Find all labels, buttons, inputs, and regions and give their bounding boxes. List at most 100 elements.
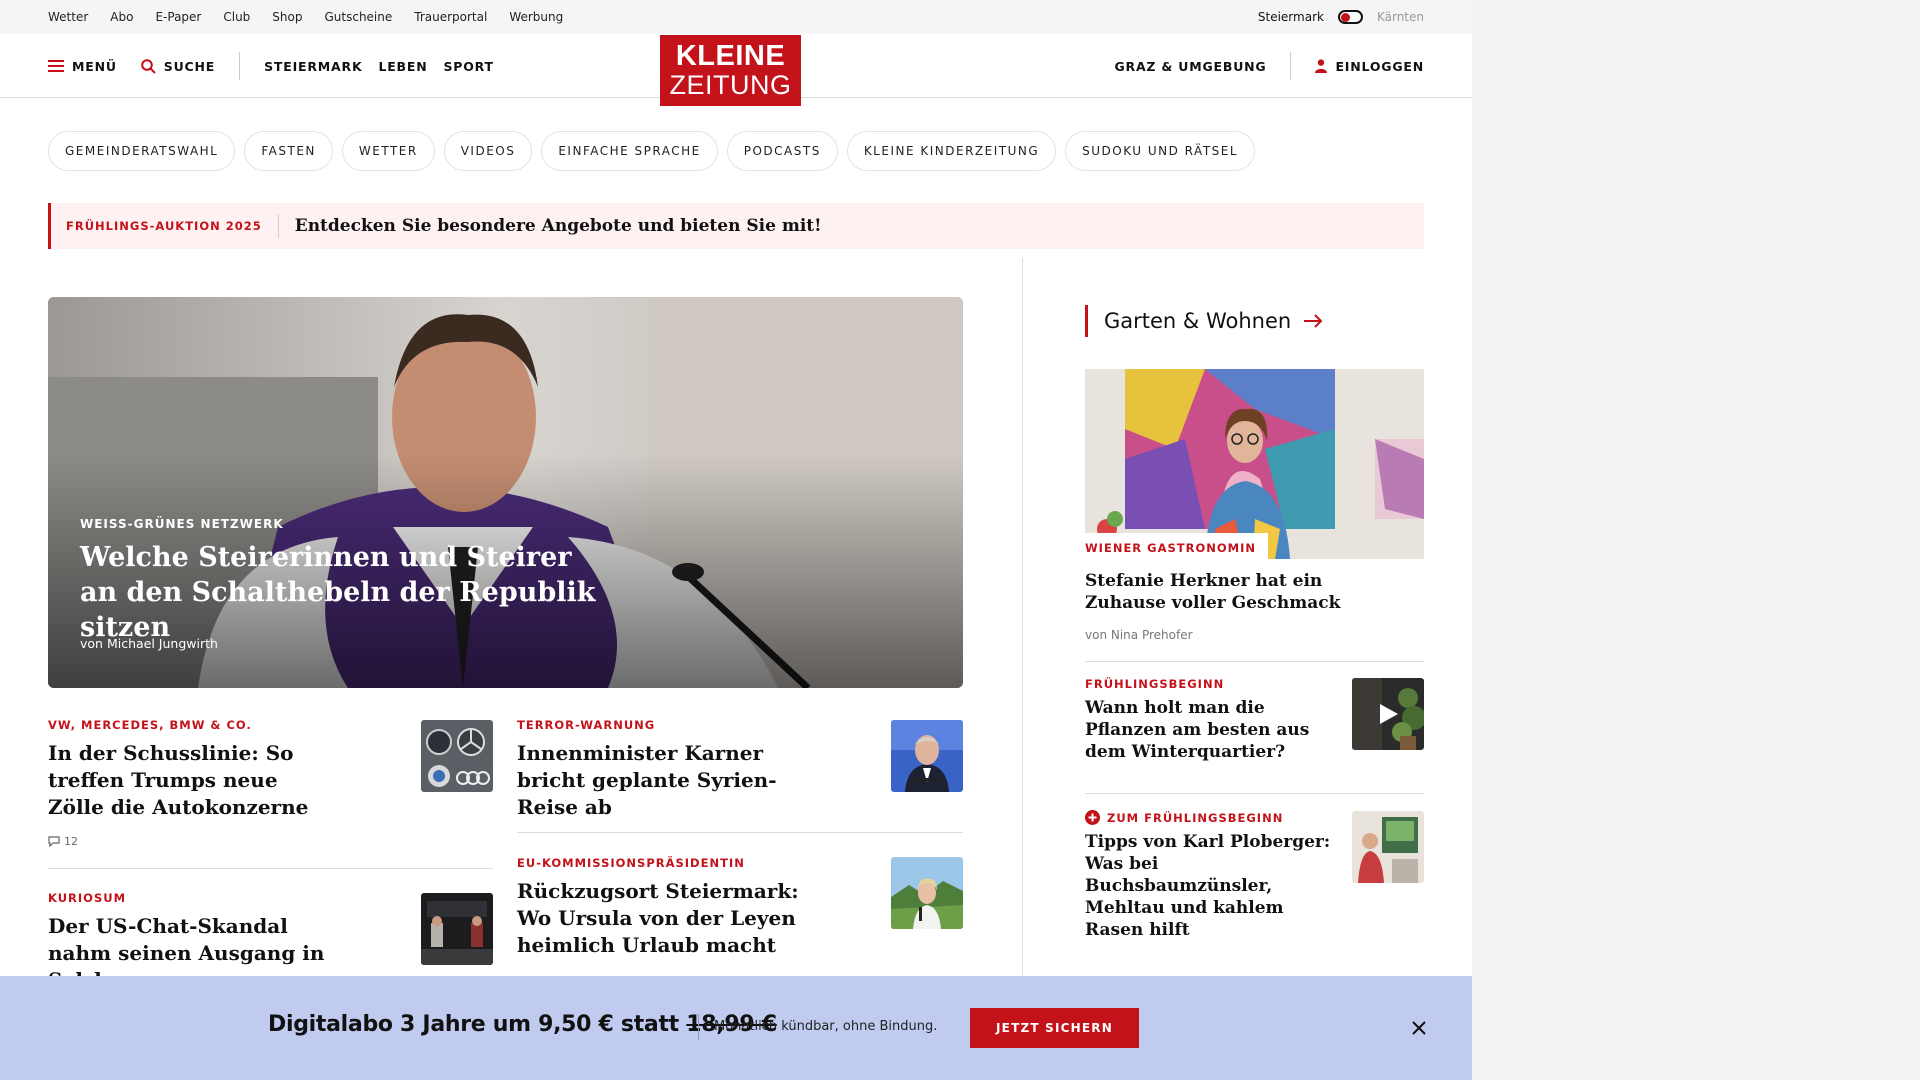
sidebar-thumb-plants-video[interactable] [1352, 678, 1424, 750]
sidebar-title[interactable]: Wann holt man die Pflanzen am besten aus… [1085, 697, 1315, 763]
hero-article[interactable]: WEISS-GRÜNES NETZWERK Welche Steirerinne… [48, 297, 963, 688]
region-switch: Steiermark Kärnten [1258, 0, 1424, 34]
pill-podcasts[interactable]: PODCASTS [726, 131, 838, 171]
offer-headline: Digitalabo 3 Jahre um 9,50 € statt 18,99… [268, 1012, 777, 1037]
utility-link-epaper[interactable]: E-Paper [155, 10, 201, 24]
article-title[interactable]: In der Schusslinie: So treffen Trumps ne… [48, 740, 318, 821]
menu-label: MENÜ [72, 58, 117, 74]
sidebar-thumb-ploberger[interactable] [1352, 811, 1424, 883]
toggle-knob [1340, 13, 1350, 22]
region-label-steiermark[interactable]: Steiermark [1258, 10, 1324, 24]
sidebar-divider [1085, 661, 1424, 662]
topic-pills: GEMEINDERATSWAHL FASTEN WETTER VIDEOS EI… [48, 131, 1256, 171]
sidebar-kicker: ZUM FRÜHLINGSBEGINN [1107, 810, 1284, 825]
article-title[interactable]: Rückzugsort Steiermark: Wo Ursula von de… [517, 878, 807, 959]
utility-link-club[interactable]: Club [223, 10, 250, 24]
logo-line-1: KLEINE [675, 40, 786, 72]
article-kicker: KURIOSUM [48, 891, 127, 905]
sidebar-teaser-winterquartier[interactable]: FRÜHLINGSBEGINN Wann holt man die Pflanz… [1085, 677, 1315, 763]
auction-promo-banner[interactable]: FRÜHLINGS-AUKTION 2025 Entdecken Sie bes… [48, 203, 1424, 249]
utility-link-gutscheine[interactable]: Gutscheine [324, 10, 392, 24]
article-teaser-von-der-leyen[interactable]: EU-KOMMISSIONSPRÄSIDENTIN Rückzugsort St… [517, 856, 807, 959]
pill-sudoku[interactable]: SUDOKU UND RÄTSEL [1065, 131, 1256, 171]
hero-kicker: WEISS-GRÜNES NETZWERK [80, 517, 284, 531]
sidebar-kicker: FRÜHLINGSBEGINN [1085, 677, 1225, 691]
pill-wetter[interactable]: WETTER [341, 131, 435, 171]
login-button[interactable]: EINLOGGEN [1315, 59, 1424, 74]
page: Wetter Abo E-Paper Club Shop Gutscheine … [0, 0, 1472, 1080]
user-icon [1315, 59, 1328, 73]
pill-kinderzeitung[interactable]: KLEINE KINDERZEITUNG [846, 131, 1057, 171]
section-header-garten-wohnen[interactable]: Garten & Wohnen [1085, 305, 1323, 337]
feature-teaser-herkner[interactable]: Stefanie Herkner hat ein Zuhause voller … [1085, 570, 1355, 614]
offer-divider [698, 1014, 699, 1040]
utility-link-trauerportal[interactable]: Trauerportal [414, 10, 487, 24]
pill-videos[interactable]: VIDEOS [443, 131, 533, 171]
plus-circle-icon [1085, 810, 1100, 825]
teaser-divider [517, 832, 963, 833]
pill-gemeinderatswahl[interactable]: GEMEINDERATSWAHL [48, 131, 236, 171]
ploberger-image [1352, 811, 1424, 883]
sidebar-divider [1085, 793, 1424, 794]
nav-leben[interactable]: LEBEN [378, 59, 427, 74]
sidebar-teaser-ploberger[interactable]: ZUM FRÜHLINGSBEGINN Tipps von Karl Plobe… [1085, 810, 1335, 941]
car-logos-image [421, 720, 493, 792]
search-label: SUCHE [163, 58, 216, 74]
pill-einfache-sprache[interactable]: EINFACHE SPRACHE [541, 131, 718, 171]
comment-count[interactable]: 12 [48, 835, 78, 848]
plants-video-image [1352, 678, 1424, 750]
menu-icon [48, 60, 64, 72]
close-icon[interactable] [1407, 1016, 1431, 1040]
region-link-graz[interactable]: GRAZ & UMGEBUNG [1114, 59, 1266, 74]
offer-note: Monatlich kündbar, ohne Bindung. [714, 1019, 938, 1034]
hero-title[interactable]: Welche Steirerinnen und Steirer an den S… [80, 540, 600, 645]
region-toggle[interactable] [1337, 10, 1363, 24]
section-title: Garten & Wohnen [1104, 309, 1292, 333]
pill-fasten[interactable]: FASTEN [244, 131, 333, 171]
utility-link-shop[interactable]: Shop [272, 10, 302, 24]
feature-title[interactable]: Stefanie Herkner hat ein Zuhause voller … [1085, 570, 1355, 614]
logo-line-2: ZEITUNG [669, 70, 792, 100]
header-left-nav: MENÜ SUCHE STEIERMARK LEBEN SPORT [48, 34, 494, 98]
offer-text: Digitalabo 3 Jahre um 9,50 € statt [268, 1012, 687, 1037]
utility-link-abo[interactable]: Abo [110, 10, 133, 24]
header-divider [239, 52, 241, 80]
article-kicker: TERROR-WARNUNG [517, 718, 656, 732]
utility-bar: Wetter Abo E-Paper Club Shop Gutscheine … [0, 0, 1472, 34]
sidebar-title[interactable]: Tipps von Karl Ploberger: Was bei Buchsb… [1085, 831, 1335, 941]
colorful-painting-image [1085, 369, 1424, 559]
article-thumb-von-der-leyen[interactable] [891, 857, 963, 929]
nav-sport[interactable]: SPORT [443, 59, 493, 74]
article-thumb-karner[interactable] [891, 720, 963, 792]
article-thumb-car-logos[interactable] [421, 720, 493, 792]
teaser-divider [48, 868, 493, 869]
search-button[interactable]: SUCHE [140, 58, 216, 74]
article-teaser-zoelle[interactable]: VW, MERCEDES, BMW & CO. In der Schusslin… [48, 718, 318, 821]
article-thumb-stage[interactable] [421, 893, 493, 965]
article-kicker: EU-KOMMISSIONSPRÄSIDENTIN [517, 856, 745, 870]
promo-text: Entdecken Sie besondere Angebote und bie… [294, 216, 822, 236]
feature-image-herkner[interactable]: WIENER GASTRONOMIN [1085, 369, 1424, 559]
article-kicker: VW, MERCEDES, BMW & CO. [48, 718, 252, 732]
promo-tag: FRÜHLINGS-AUKTION 2025 [51, 214, 279, 238]
offer-cta-button[interactable]: JETZT SICHERN [970, 1008, 1139, 1048]
utility-link-werbung[interactable]: Werbung [509, 10, 563, 24]
header-right-nav: GRAZ & UMGEBUNG EINLOGGEN [1114, 34, 1424, 98]
feature-author: von Nina Prehofer [1085, 628, 1193, 642]
utility-links: Wetter Abo E-Paper Club Shop Gutscheine … [48, 0, 563, 34]
article-teaser-karner[interactable]: TERROR-WARNUNG Innenminister Karner bric… [517, 718, 817, 821]
menu-button[interactable]: MENÜ [48, 59, 117, 74]
login-label: EINLOGGEN [1335, 58, 1424, 74]
region-label-kaernten[interactable]: Kärnten [1377, 10, 1424, 24]
article-title[interactable]: Innenminister Karner bricht geplante Syr… [517, 740, 817, 821]
search-icon [140, 58, 156, 74]
karner-portrait-image [891, 720, 963, 792]
comment-icon [48, 836, 60, 847]
kleine-zeitung-logo[interactable]: KLEINE ZEITUNG [660, 35, 801, 106]
nav-steiermark[interactable]: STEIERMARK [264, 59, 362, 74]
von-der-leyen-image [891, 857, 963, 929]
utility-link-wetter[interactable]: Wetter [48, 10, 88, 24]
sidebar-kicker-row: ZUM FRÜHLINGSBEGINN [1085, 810, 1335, 825]
arrow-right-icon [1304, 314, 1323, 328]
feature-kicker: WIENER GASTRONOMIN [1085, 533, 1269, 559]
